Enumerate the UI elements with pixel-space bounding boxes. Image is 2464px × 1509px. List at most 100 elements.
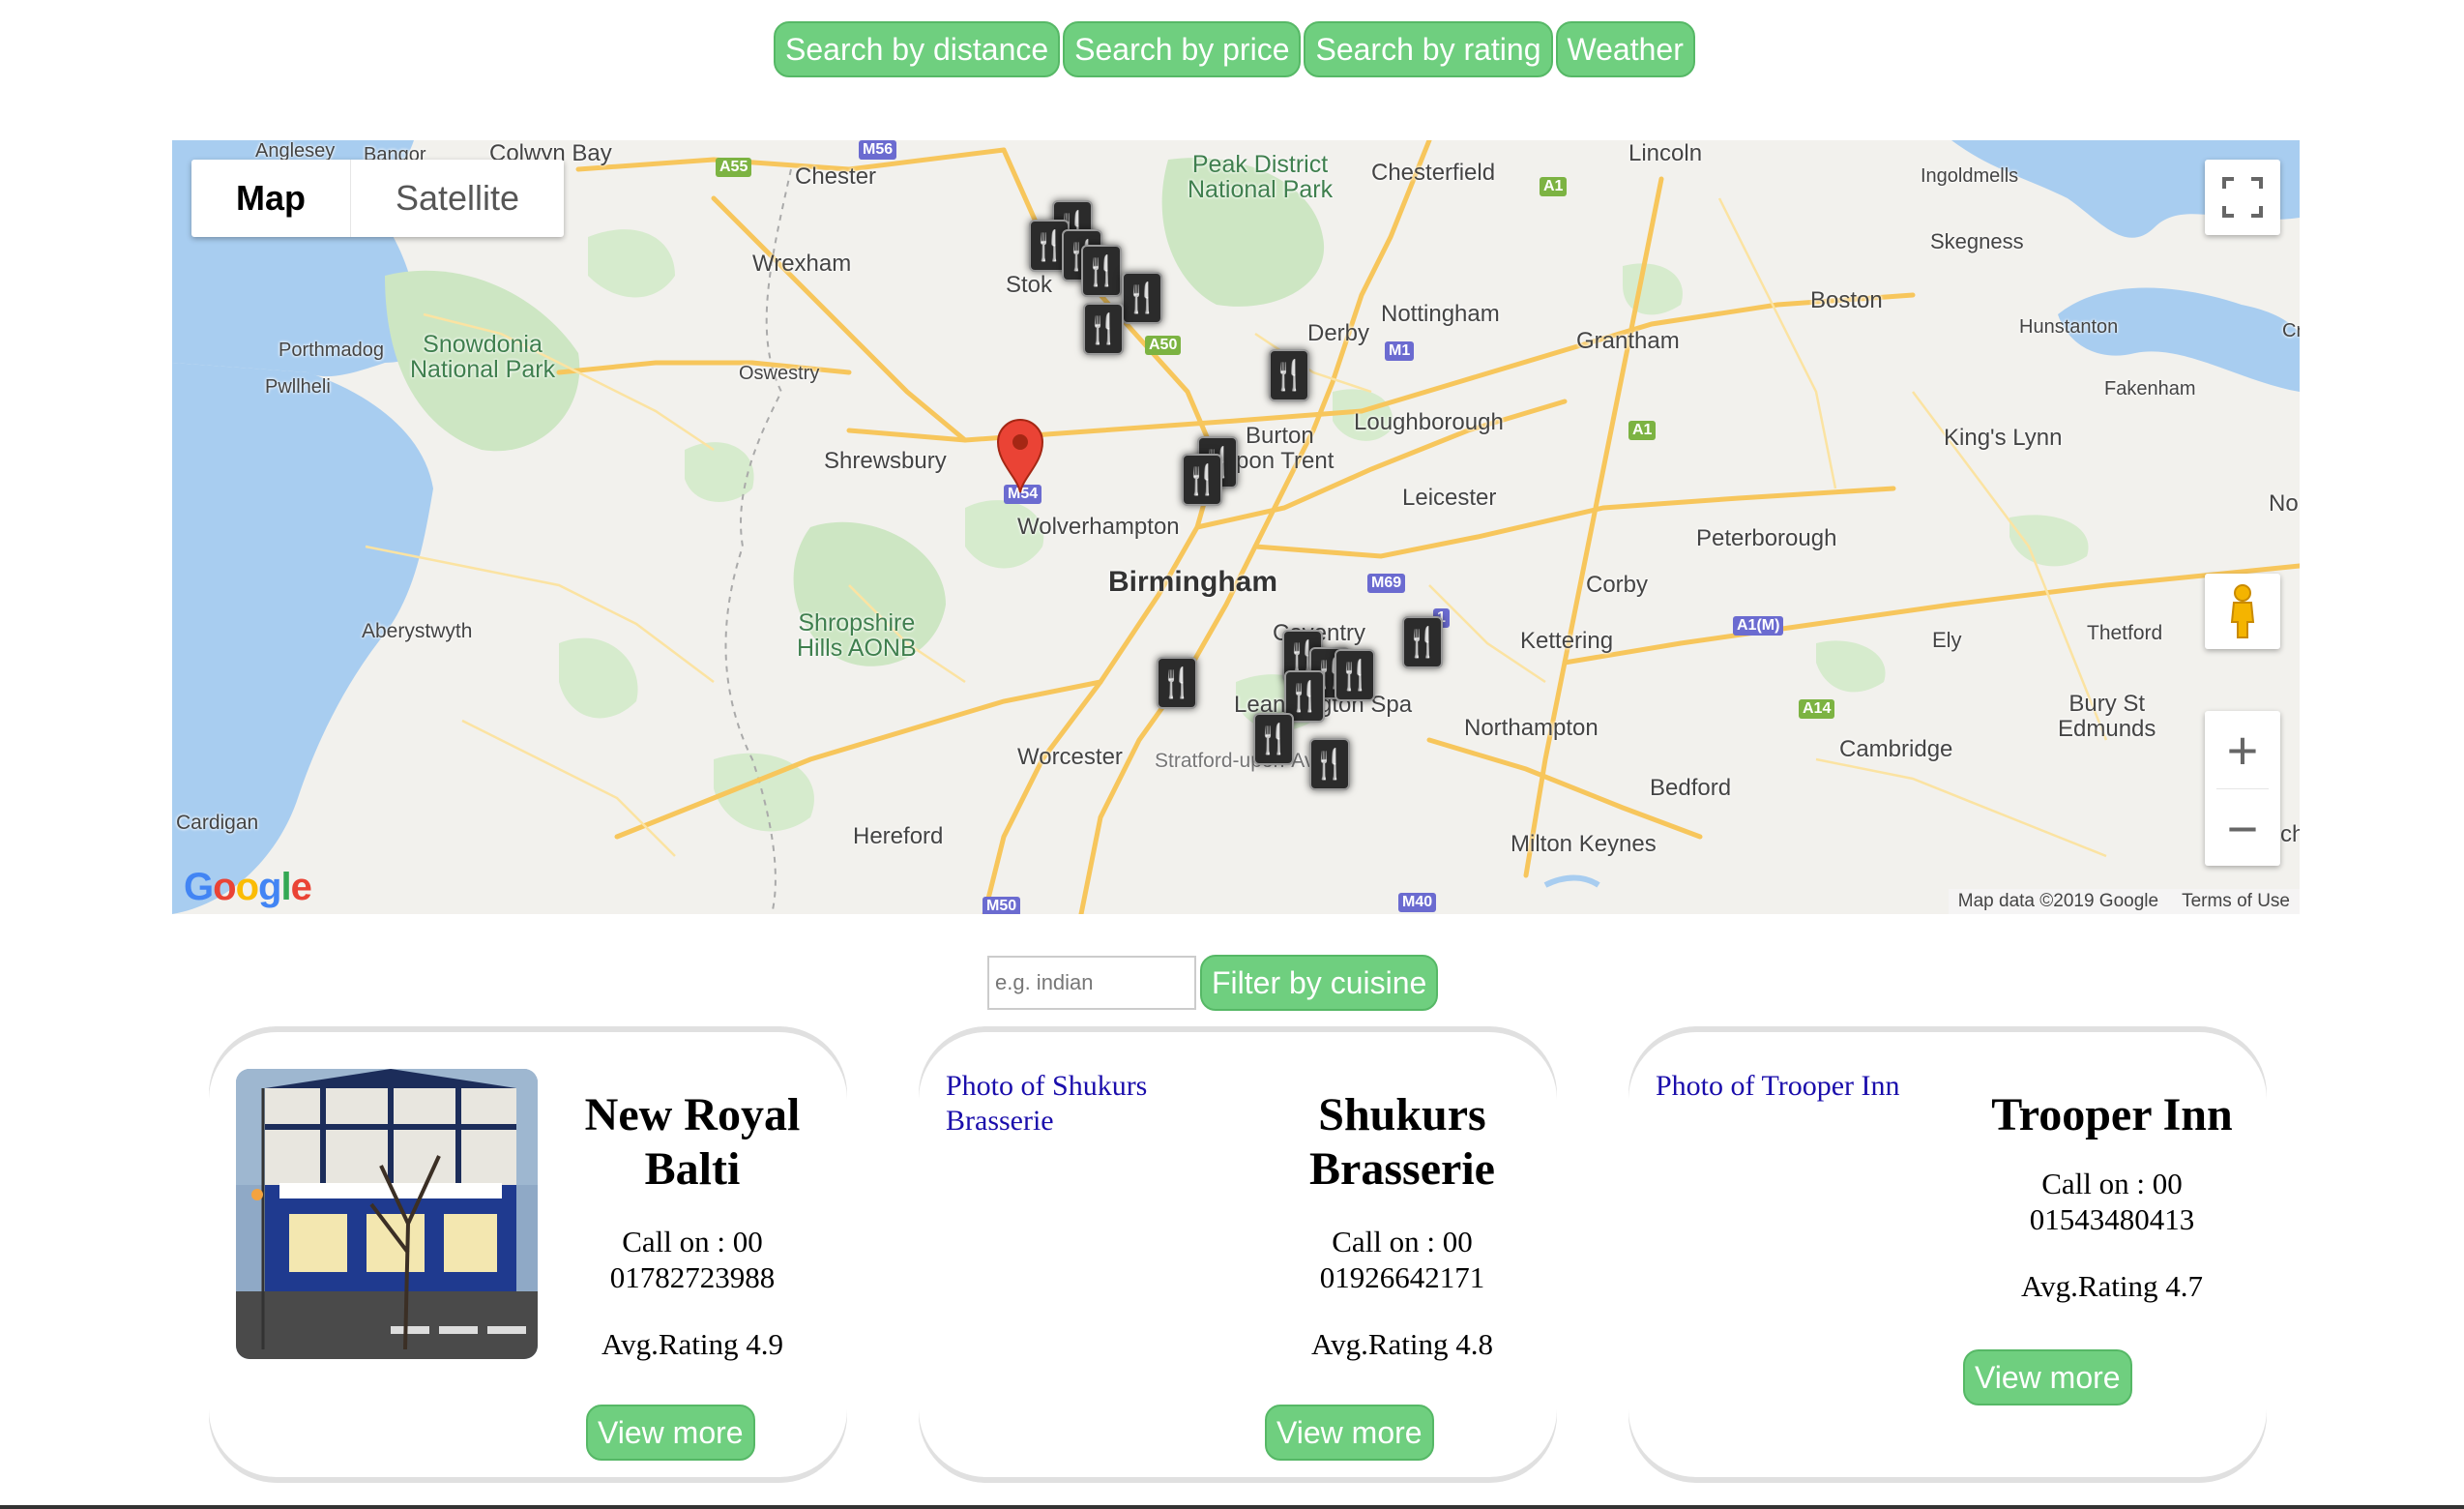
road-shield: M56 — [859, 140, 897, 160]
road-shield: A1 — [1540, 177, 1568, 196]
road-shield: A50 — [1145, 336, 1182, 355]
map-data-attribution: Map data ©2019 Google — [1957, 891, 2159, 911]
restaurant-marker[interactable]: 🍴 — [1157, 657, 1197, 709]
restaurant-info: Trooper Inn Call on : 00 01543480413 Avg… — [1977, 1088, 2247, 1304]
place-label: Hunstanton — [2019, 316, 2119, 338]
restaurant-marker[interactable]: 🍴 — [1253, 713, 1294, 765]
restaurant-phone: Call on : 00 01926642171 — [1319, 1225, 1485, 1294]
road-shield: A1 — [1628, 421, 1657, 440]
view-more-button[interactable]: View more — [1963, 1349, 2132, 1405]
place-label: Lincoln — [1628, 140, 1703, 166]
place-label: Peterborough — [1696, 525, 1837, 551]
place-label: Chesterfield — [1371, 160, 1496, 186]
place-label: Northampton — [1464, 715, 1599, 741]
place-label: Cr — [2282, 320, 2300, 341]
restaurant-name: New Royal Balti — [584, 1089, 801, 1195]
place-label: Boston — [1810, 287, 1883, 313]
restaurant-phone: Call on : 00 01543480413 — [2029, 1167, 2195, 1236]
place-label: Shrewsbury — [824, 448, 947, 474]
place-label: Stok — [1006, 272, 1053, 298]
place-label: Chester — [795, 163, 877, 190]
restaurant-marker[interactable]: 🍴 — [1081, 245, 1122, 297]
restaurant-card: New Royal Balti Call on : 00 01782723988… — [209, 1032, 847, 1477]
place-label: ch — [2280, 821, 2300, 847]
broken-image-icon: Photo of Trooper Inn — [1656, 1069, 1917, 1104]
place-label: Peak District National Park — [1188, 151, 1334, 203]
street-view-pegman-button[interactable] — [2205, 574, 2280, 649]
place-label: Ingoldmells — [1921, 165, 2019, 187]
zoom-out-button[interactable]: − — [2205, 789, 2280, 867]
place-label: Corby — [1586, 572, 1649, 598]
location-pin-icon[interactable] — [996, 417, 1044, 494]
search-by-price-button[interactable]: Search by price — [1063, 21, 1302, 77]
restaurant-card: Photo of Trooper Inn Trooper Inn Call on… — [1628, 1032, 2267, 1477]
restaurant-marker[interactable]: 🍴 — [1182, 454, 1222, 506]
restaurant-rating: Avg.Rating 4.7 — [2021, 1269, 2203, 1303]
restaurant-photo — [236, 1069, 538, 1359]
map-canvas[interactable]: Anglesey Bangor Colwyn Bay Chester Peak … — [172, 140, 2300, 914]
cuisine-input[interactable] — [987, 956, 1196, 1010]
place-label: King's Lynn — [1944, 425, 2063, 451]
view-more-button[interactable]: View more — [1265, 1405, 1434, 1461]
fullscreen-button[interactable] — [2205, 160, 2280, 235]
view-more-button[interactable]: View more — [586, 1405, 755, 1461]
restaurant-info: New Royal Balti Call on : 00 01782723988… — [557, 1088, 828, 1362]
place-label: Ely — [1932, 628, 1962, 652]
fullscreen-icon — [2222, 177, 2263, 218]
road-shield: M69 — [1367, 574, 1406, 593]
place-label: Loughborough — [1354, 409, 1504, 435]
search-nav: Search by distance Search by price Searc… — [774, 21, 1695, 77]
restaurant-photo-alt[interactable]: Photo of Trooper Inn — [1656, 1070, 1900, 1102]
place-label: Derby — [1307, 320, 1370, 346]
search-by-rating-button[interactable]: Search by rating — [1304, 21, 1553, 77]
place-label: Thetford — [2087, 622, 2163, 644]
road-shield: A55 — [716, 158, 752, 177]
map-base-tiles — [172, 140, 2300, 914]
place-label: Hereford — [853, 823, 944, 849]
place-label: Cardigan — [176, 812, 259, 834]
place-label: Snowdonia National Park — [410, 331, 556, 383]
restaurant-name: Trooper Inn — [1991, 1089, 2233, 1140]
map-type-control: Map Satellite — [191, 160, 565, 237]
place-label: Birmingham — [1108, 566, 1278, 598]
place-label: Pwllheli — [265, 376, 331, 398]
place-label: No — [2269, 490, 2299, 517]
restaurant-marker[interactable]: 🍴 — [1269, 349, 1309, 401]
restaurant-name: Shukurs Brasserie — [1309, 1089, 1495, 1195]
road-shield: A1(M) — [1733, 616, 1784, 636]
broken-image-icon: Photo of Shukurs Brasserie — [946, 1069, 1207, 1139]
restaurant-marker[interactable]: 🍴 — [1309, 738, 1350, 790]
place-label: Skegness — [1930, 229, 2024, 253]
terms-of-use-link[interactable]: Terms of Use — [2182, 891, 2290, 912]
place-label: Wolverhampton — [1017, 514, 1180, 540]
zoom-in-button[interactable]: + — [2205, 711, 2280, 788]
map-attribution: Map data ©2019 Google Terms of Use — [1948, 889, 2300, 914]
restaurant-phone: Call on : 00 01782723988 — [609, 1225, 776, 1294]
weather-button[interactable]: Weather — [1555, 21, 1695, 77]
place-label: Oswestry — [739, 363, 820, 384]
map-type-satellite-button[interactable]: Satellite — [350, 160, 564, 237]
zoom-control: + − — [2205, 711, 2280, 866]
restaurant-marker[interactable]: 🍴 — [1402, 616, 1443, 668]
place-label: Bury St Edmunds — [2058, 691, 2156, 742]
place-label: Leicester — [1402, 485, 1497, 511]
place-label: Shropshire Hills AONB — [797, 609, 917, 662]
restaurant-marker[interactable]: 🍴 — [1122, 272, 1162, 324]
google-logo: Google — [184, 866, 312, 908]
place-label: Aberystwyth — [362, 620, 473, 642]
page-bottom-border — [0, 1505, 2464, 1509]
road-shield: A14 — [1799, 699, 1835, 719]
place-label: pon Trent — [1236, 448, 1335, 474]
restaurant-rating: Avg.Rating 4.8 — [1311, 1327, 1493, 1361]
restaurant-marker[interactable]: 🍴 — [1335, 649, 1375, 701]
place-label: Burton — [1246, 423, 1314, 449]
map-type-map-button[interactable]: Map — [191, 160, 350, 237]
restaurant-photo-alt[interactable]: Photo of Shukurs Brasserie — [946, 1070, 1147, 1137]
search-by-distance-button[interactable]: Search by distance — [774, 21, 1061, 77]
restaurant-marker[interactable]: 🍴 — [1083, 303, 1124, 355]
pegman-icon — [2230, 584, 2255, 638]
place-label: Grantham — [1576, 328, 1680, 354]
place-label: Wrexham — [752, 251, 852, 277]
place-label: Bedford — [1650, 775, 1732, 801]
filter-by-cuisine-button[interactable]: Filter by cuisine — [1200, 955, 1439, 1011]
